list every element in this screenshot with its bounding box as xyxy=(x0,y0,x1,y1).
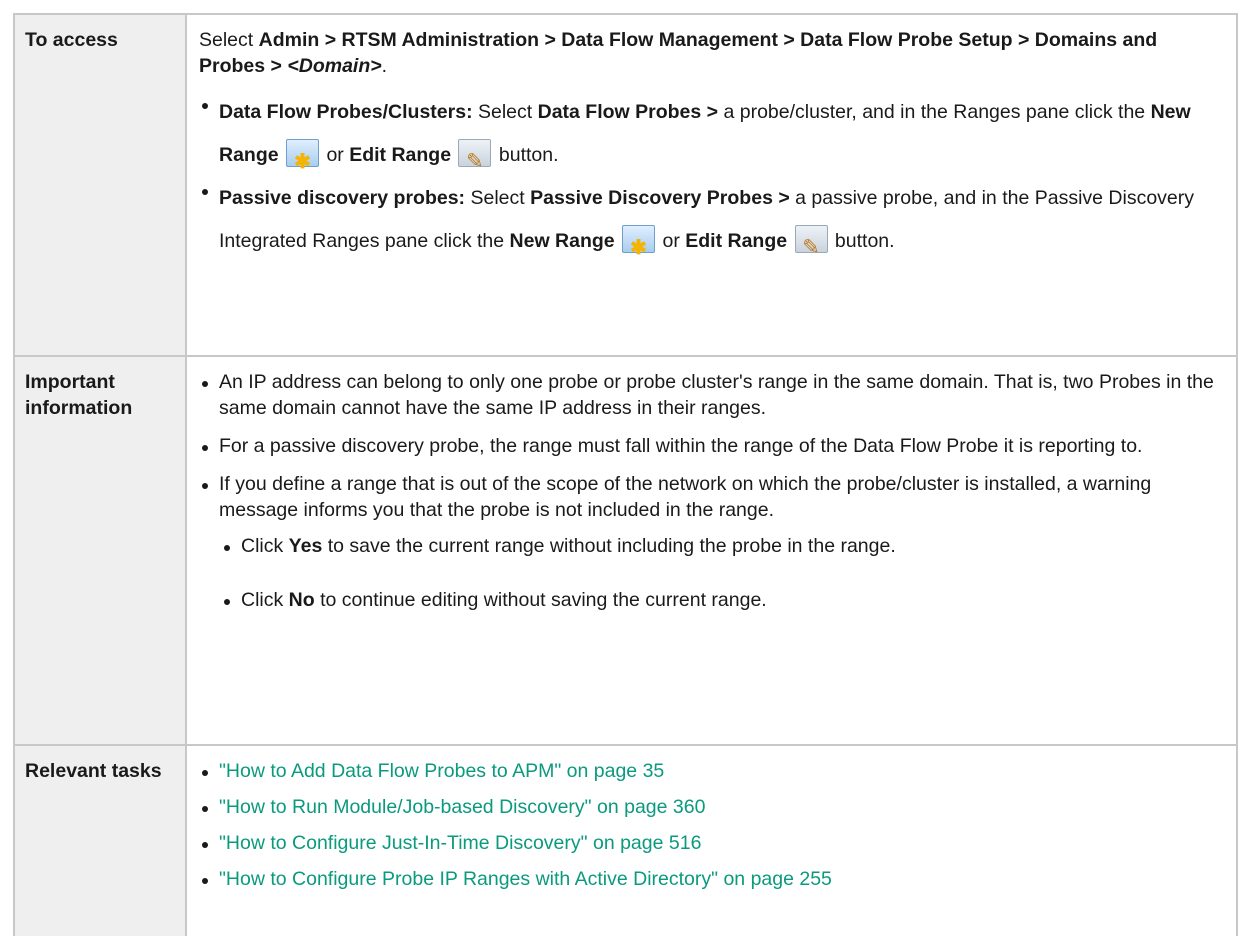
task-link[interactable]: "How to Configure Just-In-Time Discovery… xyxy=(219,832,701,854)
edit-range-pencil-icon[interactable] xyxy=(458,139,492,183)
row-body: An IP address can belong to only one pro… xyxy=(185,355,1238,746)
task-link[interactable]: "How to Configure Probe IP Ranges with A… xyxy=(219,868,832,890)
row-relevant-tasks: Relevant tasks "How to Add Data Flow Pro… xyxy=(13,744,1238,936)
list-item: Click Yes to save the current range with… xyxy=(221,533,1224,559)
row-header: To access xyxy=(13,13,187,357)
new-range-star-icon[interactable] xyxy=(622,225,656,270)
access-list: Data Flow Probes/Clusters: Select Data F… xyxy=(199,91,1224,270)
row-important-information: Important information An IP address can … xyxy=(13,355,1238,746)
row-header-label: Important information xyxy=(25,371,133,419)
new-range-star-icon[interactable] xyxy=(286,139,320,184)
task-link[interactable]: "How to Run Module/Job-based Discovery" … xyxy=(219,796,705,818)
row-header-label: To access xyxy=(25,29,118,51)
list-item: "How to Configure Just-In-Time Discovery… xyxy=(199,830,1224,856)
info-table: To access Select Admin > RTSM Administra… xyxy=(13,13,1238,936)
list-item: Data Flow Probes/Clusters: Select Data F… xyxy=(199,91,1224,184)
row-header: Important information xyxy=(13,355,187,746)
list-item: If you define a range that is out of the… xyxy=(199,471,1224,523)
tasks-list: "How to Add Data Flow Probes to APM" on … xyxy=(199,758,1224,892)
row-to-access: To access Select Admin > RTSM Administra… xyxy=(13,13,1238,357)
row-header-label: Relevant tasks xyxy=(25,760,162,782)
list-item: An IP address can belong to only one pro… xyxy=(199,369,1224,421)
important-list: An IP address can belong to only one pro… xyxy=(199,369,1224,523)
important-sublist: Click Yes to save the current range with… xyxy=(199,533,1224,613)
task-link[interactable]: "How to Add Data Flow Probes to APM" on … xyxy=(219,760,664,782)
access-path-text: Select Admin > RTSM Administration > Dat… xyxy=(199,29,1158,77)
row-body: Select Admin > RTSM Administration > Dat… xyxy=(185,13,1238,357)
row-body: "How to Add Data Flow Probes to APM" on … xyxy=(185,744,1238,936)
list-item: "How to Configure Probe IP Ranges with A… xyxy=(199,866,1224,892)
list-item: "How to Run Module/Job-based Discovery" … xyxy=(199,794,1224,820)
list-item: For a passive discovery probe, the range… xyxy=(199,433,1224,459)
list-item: "How to Add Data Flow Probes to APM" on … xyxy=(199,758,1224,784)
list-item: Passive discovery probes: Select Passive… xyxy=(199,177,1224,270)
list-item: Click No to continue editing without sav… xyxy=(221,587,1224,613)
row-header: Relevant tasks xyxy=(13,744,187,936)
edit-range-pencil-icon[interactable] xyxy=(794,225,828,269)
